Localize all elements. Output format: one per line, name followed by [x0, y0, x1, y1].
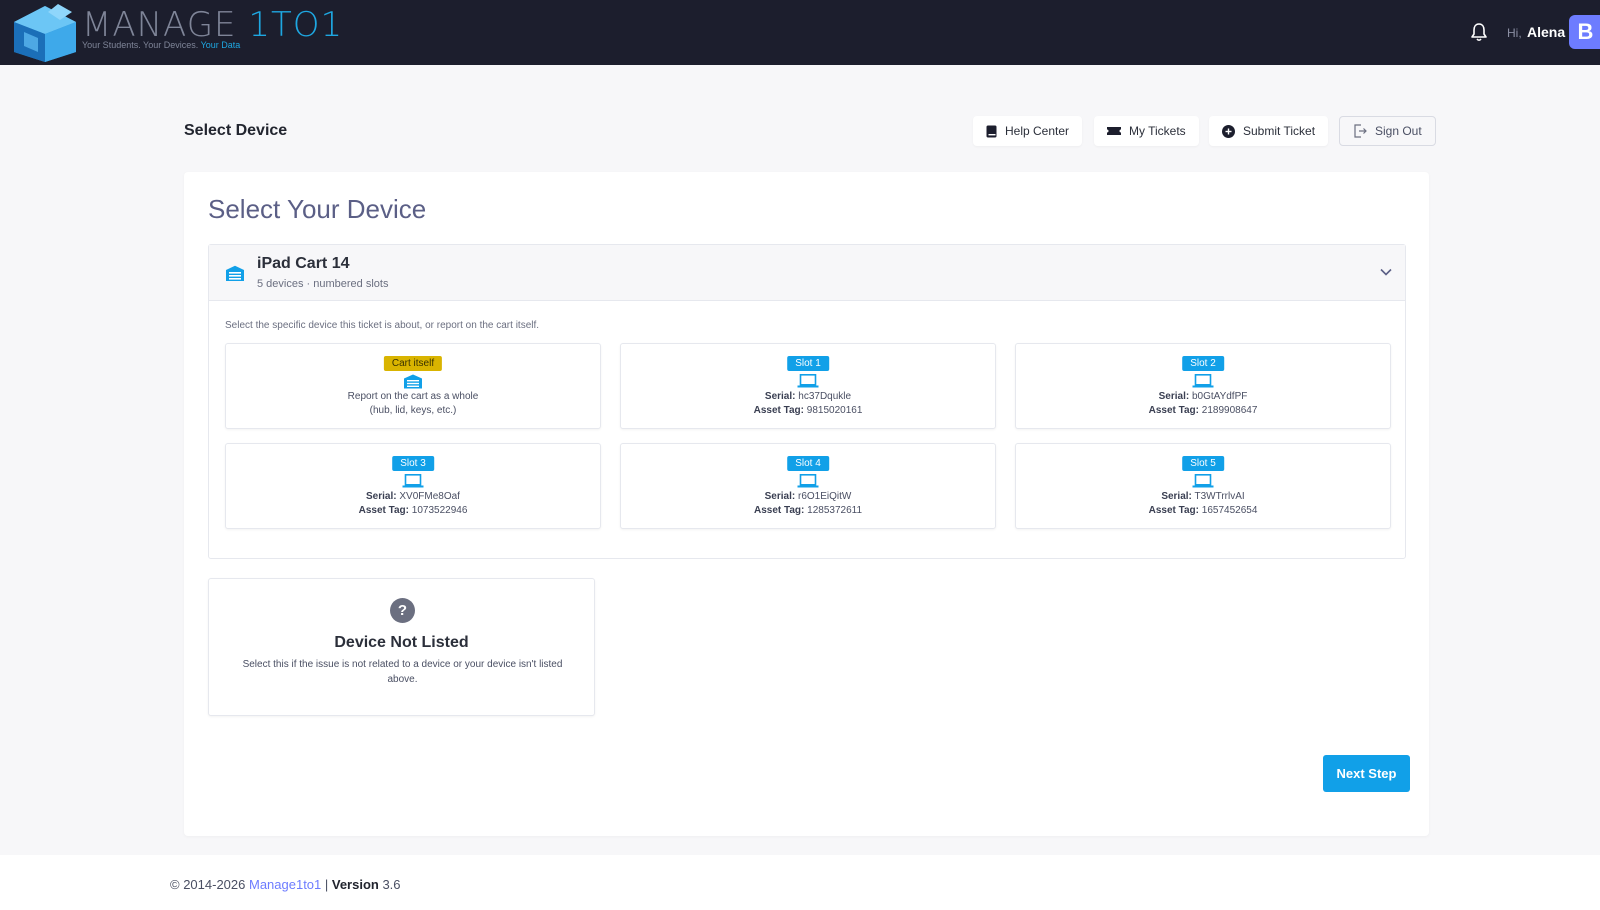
serial-line: Serial: b0GtAYdfPF	[1016, 391, 1390, 402]
footer-brand-link[interactable]: Manage1to1	[249, 877, 321, 892]
slot-tile[interactable]: Slot 1 Serial: hc37Dqukle Asset Tag: 981…	[620, 343, 996, 429]
asset-line: Asset Tag: 1285372611	[621, 505, 995, 516]
cart-accordion-header[interactable]: iPad Cart 14 5 devices · numbered slots	[209, 245, 1405, 301]
help-center-button[interactable]: Help Center	[973, 116, 1083, 146]
cart-icon	[226, 265, 244, 281]
serial-line: Serial: T3WTrrlvAI	[1016, 491, 1390, 502]
serial-value: r6O1EiQitW	[798, 491, 852, 502]
device-not-listed-card[interactable]: ? Device Not Listed Select this if the i…	[208, 578, 595, 716]
footer-version-label: Version	[331, 877, 379, 892]
asset-label: Asset Tag:	[358, 505, 409, 516]
submit-ticket-button[interactable]: Submit Ticket	[1209, 116, 1329, 146]
cart-itself-badge: Cart itself	[383, 356, 443, 371]
cart-name: iPad Cart 14	[257, 255, 350, 272]
plus-circle-icon	[1222, 124, 1235, 138]
serial-value: T3WTrrlvAI	[1194, 491, 1245, 502]
logo-cube-icon	[14, 4, 76, 62]
logo-text-accent: 1TO1	[248, 5, 344, 45]
page-footer: © 2014-2026 Manage1to1 | Version 3.6	[0, 855, 1600, 910]
sign-out-icon	[1354, 124, 1367, 138]
top-nav-bar: MANAGE 1TO1 Your Students. Your Devices.…	[0, 0, 1600, 65]
logo-wordmark: MANAGE 1TO1	[82, 5, 343, 45]
asset-label: Asset Tag:	[1148, 405, 1199, 416]
asset-line: Asset Tag: 1073522946	[226, 505, 600, 516]
asset-value: 9815020161	[806, 405, 863, 416]
serial-label: Serial:	[1161, 491, 1192, 502]
device-selection-card: Select Your Device iPad Cart 14 5 device…	[184, 172, 1429, 836]
asset-value: 1657452654	[1201, 505, 1258, 516]
not-listed-title: Device Not Listed	[334, 634, 469, 651]
footer-separator: |	[321, 877, 332, 892]
footer-copyright: © 2014-2026	[170, 877, 249, 892]
logo-tagline: Your Students. Your Devices. Your Data	[82, 40, 240, 50]
card-heading: Select Your Device	[208, 194, 427, 224]
book-icon	[986, 125, 997, 137]
serial-line: Serial: XV0FMe8Oaf	[226, 491, 600, 502]
asset-value: 1073522946	[411, 505, 468, 516]
cart-subtitle: 5 devices · numbered slots	[257, 278, 389, 290]
not-listed-description: Select this if the issue is not related …	[242, 659, 563, 685]
chevron-down-icon[interactable]	[1379, 267, 1393, 277]
logo-tag-main: Your Students. Your Devices.	[82, 40, 201, 50]
asset-label: Asset Tag:	[753, 505, 805, 516]
serial-label: Serial:	[366, 491, 397, 502]
serial-label: Serial:	[764, 391, 796, 402]
asset-label: Asset Tag:	[753, 405, 804, 416]
laptop-icon	[797, 474, 819, 488]
ticket-icon	[1107, 127, 1121, 135]
serial-value: b0GtAYdfPF	[1191, 391, 1248, 402]
laptop-icon	[402, 474, 424, 488]
slot-tile[interactable]: Slot 3 Serial: XV0FMe8Oaf Asset Tag: 107…	[225, 443, 601, 529]
serial-label: Serial:	[1158, 391, 1190, 402]
cart-panel: iPad Cart 14 5 devices · numbered slots …	[208, 244, 1406, 559]
help-center-label: Help Center	[1005, 124, 1070, 138]
greeting-text: Hi,	[1507, 26, 1522, 40]
serial-value: XV0FMe8Oaf	[399, 491, 460, 502]
slot-badge: Slot 1	[787, 356, 829, 371]
logo-text-main: MANAGE	[82, 5, 249, 45]
user-avatar[interactable]: B	[1569, 15, 1600, 49]
asset-line: Asset Tag: 9815020161	[621, 405, 995, 416]
laptop-icon	[797, 374, 819, 388]
user-name[interactable]: Alena	[1527, 24, 1565, 40]
footer-version: 3.6	[378, 877, 401, 892]
asset-value: 1285372611	[807, 505, 863, 516]
sign-out-label: Sign Out	[1375, 124, 1422, 138]
asset-line: Asset Tag: 1657452654	[1016, 505, 1390, 516]
serial-label: Serial:	[764, 491, 796, 502]
next-step-button[interactable]: Next Step	[1323, 755, 1410, 792]
page-title: Select Device	[184, 122, 288, 139]
serial-value: hc37Dqukle	[798, 391, 852, 402]
question-circle-icon: ?	[390, 598, 415, 623]
sign-out-button[interactable]: Sign Out	[1339, 116, 1436, 146]
submit-ticket-label: Submit Ticket	[1243, 124, 1316, 138]
slot-tile[interactable]: Slot 2 Serial: b0GtAYdfPF Asset Tag: 218…	[1015, 343, 1391, 429]
slot-badge: Slot 3	[392, 456, 434, 471]
cart-itself-tile[interactable]: Cart itself Report on the cart as a whol…	[225, 343, 601, 429]
cart-icon	[404, 374, 422, 389]
slot-badge: Slot 5	[1182, 456, 1224, 471]
laptop-icon	[1192, 374, 1214, 388]
slot-badge: Slot 4	[787, 456, 829, 471]
notifications-bell-icon[interactable]	[1470, 22, 1488, 42]
my-tickets-label: My Tickets	[1129, 124, 1186, 138]
asset-value: 2189908647	[1201, 405, 1258, 416]
cart-hint-text: Select the specific device this ticket i…	[225, 320, 540, 331]
my-tickets-button[interactable]: My Tickets	[1094, 116, 1199, 146]
footer-text: © 2014-2026 Manage1to1 | Version 3.6	[170, 877, 401, 892]
serial-line: Serial: hc37Dqukle	[621, 391, 995, 402]
cart-tile-line1: Report on the cart as a whole	[347, 391, 479, 402]
asset-label: Asset Tag:	[1148, 505, 1199, 516]
laptop-icon	[1192, 474, 1214, 488]
asset-line: Asset Tag: 2189908647	[1016, 405, 1390, 416]
cart-tile-line2: (hub, lid, keys, etc.)	[369, 405, 457, 416]
app-logo[interactable]: MANAGE 1TO1 Your Students. Your Devices.…	[10, 0, 343, 65]
slot-tile[interactable]: Slot 4 Serial: r6O1EiQitW Asset Tag: 128…	[620, 443, 996, 529]
logo-tag-accent: Your Data	[200, 40, 241, 50]
slot-badge: Slot 2	[1182, 356, 1224, 371]
slot-tile[interactable]: Slot 5 Serial: T3WTrrlvAI Asset Tag: 165…	[1015, 443, 1391, 529]
serial-line: Serial: r6O1EiQitW	[621, 491, 995, 502]
